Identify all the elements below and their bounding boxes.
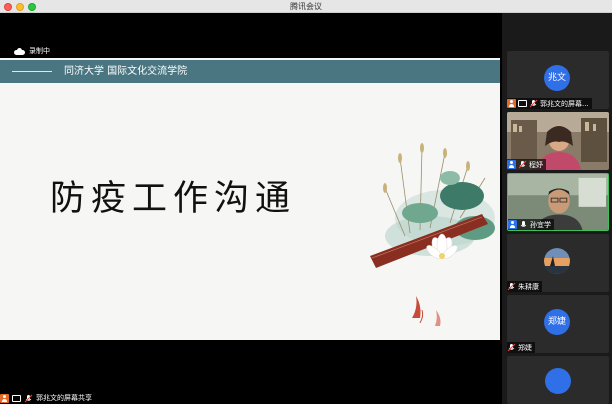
lotus-illustration	[370, 143, 495, 326]
avatar: 郑婕	[544, 309, 570, 335]
participant-tile[interactable]: 朱耕康	[507, 234, 609, 292]
slide-header-rule	[12, 71, 52, 72]
participants-panel: 兆文 郭兆文的屏幕... 程妤 孙宜学 朱耕康 郑婕 郑婕	[502, 13, 612, 404]
participant-tile[interactable]: 程妤	[507, 112, 609, 170]
window-title: 腾讯会议	[290, 2, 322, 11]
mic-muted-icon	[507, 282, 516, 291]
participant-nameplate: 孙宜学	[508, 219, 554, 230]
participant-name: 郑婕	[518, 343, 532, 352]
slide-header: 同济大学 国际文化交流学院	[0, 60, 500, 83]
mic-muted-icon	[24, 394, 33, 402]
screen-share-icon	[12, 394, 21, 402]
participant-nameplate: 朱耕康	[507, 281, 542, 292]
participant-tile[interactable]: 兆文 郭兆文的屏幕...	[507, 51, 609, 109]
participant-tile-active[interactable]: 孙宜学	[507, 173, 609, 231]
avatar	[545, 368, 571, 394]
participant-tile[interactable]	[507, 356, 609, 404]
mic-icon	[520, 221, 527, 227]
participant-tile[interactable]: 郑婕 郑婕	[507, 295, 609, 353]
mic-muted-icon	[518, 160, 527, 169]
participant-name: 郭兆文的屏幕...	[540, 99, 589, 108]
presentation-slide: 同济大学 国际文化交流学院 防疫工作沟通	[0, 58, 500, 340]
recording-label: 录制中	[29, 47, 50, 55]
host-icon	[0, 393, 9, 403]
avatar	[544, 248, 570, 274]
participant-name: 朱耕康	[518, 282, 539, 291]
screen-share-icon	[518, 100, 527, 107]
slide-header-text: 同济大学 国际文化交流学院	[64, 66, 188, 77]
participant-name: 程妤	[529, 160, 543, 169]
mic-muted-icon	[529, 99, 538, 108]
screen-share-label: 郭兆文的屏幕共享	[36, 394, 92, 402]
host-icon	[507, 99, 516, 108]
participant-nameplate: 郑婕	[507, 342, 535, 353]
recording-indicator[interactable]: 录制中	[14, 46, 50, 56]
mic-muted-icon	[507, 343, 516, 352]
participant-icon	[508, 220, 517, 229]
participant-icon	[507, 160, 516, 169]
participant-nameplate: 程妤	[507, 159, 546, 170]
slide-title: 防疫工作沟通	[50, 179, 297, 219]
participant-nameplate: 郭兆文的屏幕...	[507, 98, 592, 109]
window-titlebar: 腾讯会议	[0, 0, 612, 13]
avatar: 兆文	[544, 65, 570, 91]
screen-share-bar[interactable]: 郭兆文的屏幕共享	[0, 392, 92, 404]
participant-name: 孙宜学	[530, 220, 551, 229]
cloud-icon	[14, 47, 25, 55]
